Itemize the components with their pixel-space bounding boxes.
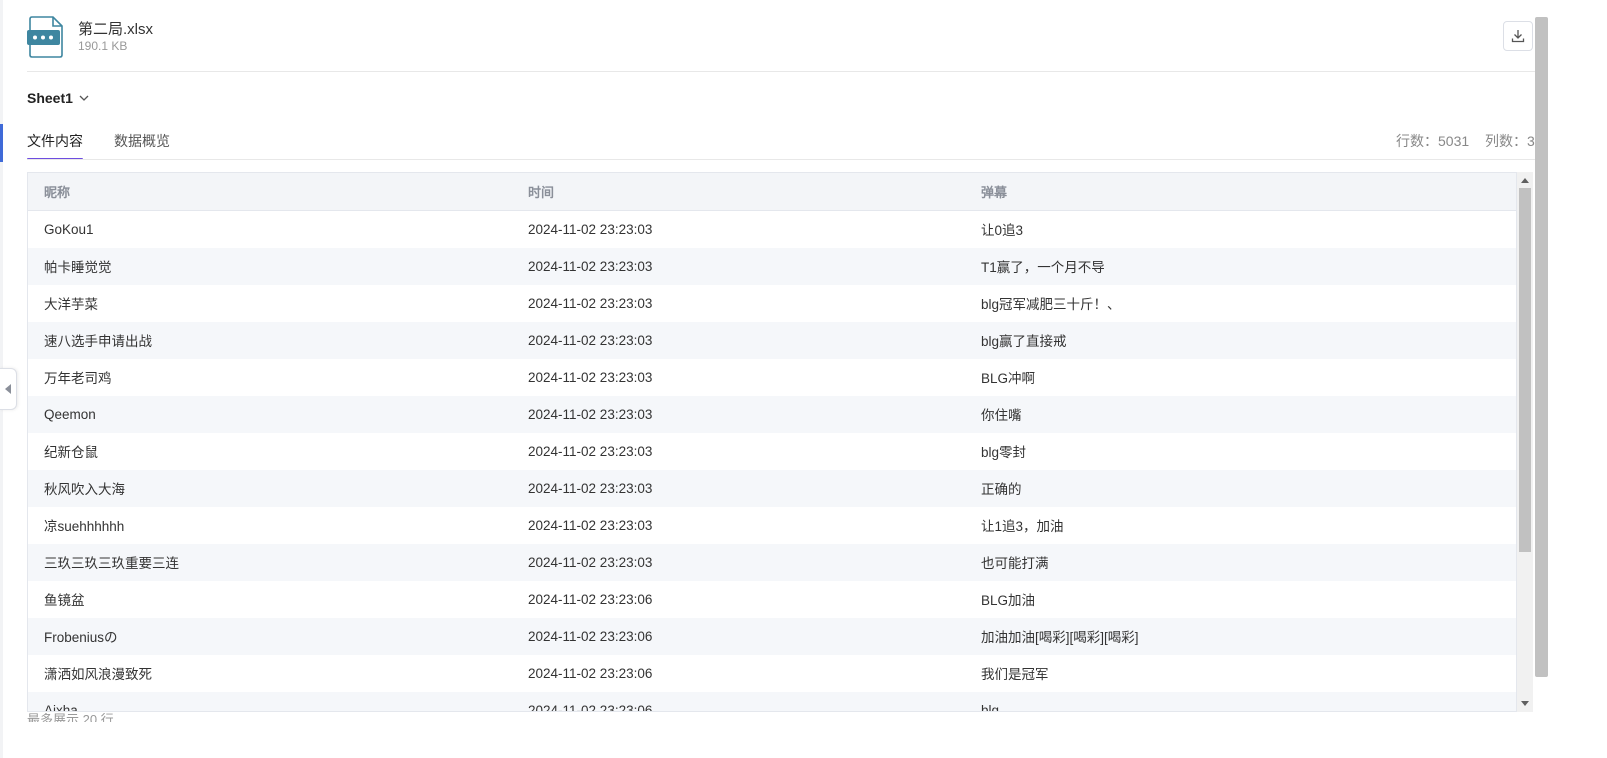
table-row[interactable]: 潇洒如风浪漫致死 2024-11-02 23:23:06 我们是冠军 [28,655,1516,692]
table-row[interactable]: 帕卡睡觉觉 2024-11-02 23:23:03 T1赢了，一个月不导 [28,247,1516,285]
cell-danmaku: blg零封 [981,445,1027,460]
table-stats: 行数：5031 列数：3 [1396,131,1535,151]
cell-time: 2024-11-02 23:23:03 [528,221,653,237]
cell-time: 2024-11-02 23:23:03 [528,443,653,459]
sheet-selector-label: Sheet1 [27,90,73,106]
cell-danmaku: 让0追3 [981,223,1024,238]
cell-time: 2024-11-02 23:23:03 [528,295,653,311]
cell-nickname: Frobeniusの [44,630,118,645]
cell-nickname: Qeemon [44,406,96,422]
footer-note: 最多展示 20 行 [27,713,114,722]
cell-danmaku: 也可能打满 [981,556,1049,571]
scrollbar-thumb[interactable] [1519,188,1531,552]
cell-nickname: 鱼镜盆 [44,593,85,608]
column-header-nickname: 昵称 [28,173,512,211]
cell-time: 2024-11-02 23:23:03 [528,480,653,496]
table-row[interactable]: Qeemon 2024-11-02 23:23:03 你住嘴 [28,395,1516,433]
cell-time: 2024-11-02 23:23:06 [528,702,653,712]
cell-danmaku: blg [981,702,1000,712]
cell-nickname: 帕卡睡觉觉 [44,260,112,275]
cell-nickname: 大洋芋菜 [44,297,98,312]
cell-nickname: 秋风吹入大海 [44,482,125,497]
cell-danmaku: 正确的 [981,482,1022,497]
table-row[interactable]: Aixha 2024-11-02 23:23:06 blg [28,691,1516,712]
cell-time: 2024-11-02 23:23:03 [528,554,653,570]
file-name: 第二局.xlsx [78,21,154,38]
cell-danmaku: 我们是冠军 [981,667,1049,682]
content-tabs: 文件内容 数据概览 [27,128,201,160]
tabs-divider [27,159,1535,160]
table-row[interactable]: 大洋芋菜 2024-11-02 23:23:03 blg冠军减肥三十斤！、 [28,285,1516,322]
table-row[interactable]: 鱼镜盆 2024-11-02 23:23:06 BLG加油 [28,581,1516,618]
header-divider [27,71,1535,72]
cell-danmaku: 你住嘴 [981,408,1022,423]
table-row[interactable]: 秋风吹入大海 2024-11-02 23:23:03 正确的 [28,469,1516,507]
cell-nickname: 万年老司鸡 [44,371,112,386]
table-row[interactable]: GoKou1 2024-11-02 23:23:03 让0追3 [28,210,1516,248]
cell-danmaku: blg赢了直接戒 [981,334,1067,349]
page-scrollbar-thumb[interactable] [1535,17,1548,677]
tab-data-overview[interactable]: 数据概览 [114,128,170,160]
cell-nickname: 凉suehhhhhh [44,519,125,534]
table-row[interactable]: 凉suehhhhhh 2024-11-02 23:23:03 让1追3，加油 [28,507,1516,544]
scroll-down-arrow-icon[interactable] [1521,701,1529,706]
cell-nickname: 潇洒如风浪漫致死 [44,667,152,682]
cell-time: 2024-11-02 23:23:03 [528,258,653,274]
table-scrollbar[interactable] [1517,172,1533,712]
table-header-row: 昵称 时间 弹幕 [28,173,1516,211]
cell-danmaku: BLG冲啊 [981,371,1036,386]
file-size: 190.1 KB [78,39,128,53]
cell-danmaku: BLG加油 [981,593,1036,608]
column-header-danmaku: 弹幕 [965,173,1516,211]
cell-nickname: GoKou1 [44,221,94,237]
column-header-time: 时间 [512,173,965,211]
cell-time: 2024-11-02 23:23:03 [528,517,653,533]
cell-time: 2024-11-02 23:23:03 [528,332,653,348]
table-row[interactable]: 纪新仓鼠 2024-11-02 23:23:03 blg零封 [28,433,1516,470]
cell-time: 2024-11-02 23:23:03 [528,369,653,385]
cell-nickname: 纪新仓鼠 [44,445,98,460]
table-row[interactable]: 三玖三玖三玖重要三连 2024-11-02 23:23:03 也可能打满 [28,543,1516,581]
sheet-selector[interactable]: Sheet1 [27,88,89,108]
cell-danmaku: blg冠军减肥三十斤！、 [981,297,1121,312]
cell-nickname: 速八选手申请出战 [44,334,152,349]
table-row[interactable]: 万年老司鸡 2024-11-02 23:23:03 BLG冲啊 [28,359,1516,396]
cell-time: 2024-11-02 23:23:06 [528,665,653,681]
cell-time: 2024-11-02 23:23:06 [528,591,653,607]
caret-left-icon [5,384,11,394]
download-icon [1511,30,1525,43]
column-count: 列数：3 [1485,133,1535,149]
download-button[interactable] [1503,21,1533,51]
cell-nickname: 三玖三玖三玖重要三连 [44,556,179,571]
chevron-down-icon [79,95,89,101]
data-table: 昵称 时间 弹幕 GoKou1 2024-11-02 23:23:03 让0追3 帕卡… [27,172,1517,712]
table-row[interactable]: Frobeniusの 2024-11-02 23:23:06 加油加油[喝彩][喝彩… [28,617,1516,655]
spreadsheet-file-icon [27,16,65,58]
cell-time: 2024-11-02 23:23:03 [528,406,653,422]
cell-nickname: Aixha [44,702,78,712]
collapse-sidebar-button[interactable] [0,368,17,410]
cell-danmaku: 加油加油[喝彩][喝彩][喝彩] [981,630,1139,645]
cell-danmaku: 让1追3，加油 [981,519,1064,534]
left-panel-active-indicator [0,124,3,162]
cell-danmaku: T1赢了，一个月不导 [981,260,1105,275]
tab-file-content[interactable]: 文件内容 [27,128,83,160]
row-count: 行数：5031 [1396,133,1470,149]
scroll-up-arrow-icon[interactable] [1521,178,1529,183]
file-header: 第二局.xlsx 190.1 KB [27,14,1582,72]
table-row[interactable]: 速八选手申请出战 2024-11-02 23:23:03 blg赢了直接戒 [28,321,1516,359]
cell-time: 2024-11-02 23:23:06 [528,628,653,644]
